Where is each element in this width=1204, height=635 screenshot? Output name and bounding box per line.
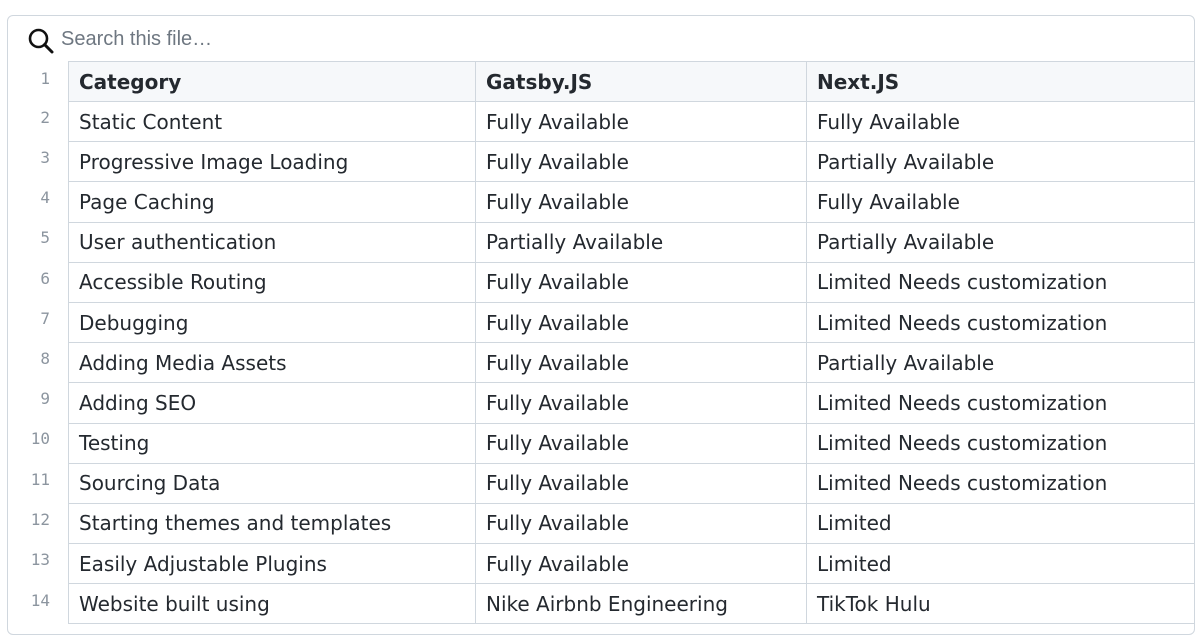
table-cell[interactable]: Limited: [806, 502, 1194, 545]
table-row: Starting themes and templates Fully Avail…: [68, 502, 1194, 545]
table-cell[interactable]: Page Caching: [68, 181, 476, 223]
table-cell[interactable]: Partially Available: [806, 221, 1194, 263]
line-number: 10: [30, 429, 50, 448]
table-cell[interactable]: Debugging: [68, 301, 476, 344]
table-cell[interactable]: Fully Available: [475, 301, 807, 344]
line-number: 4: [40, 188, 50, 207]
table-cell[interactable]: Partially Available: [806, 141, 1194, 183]
search-bar: [8, 16, 1194, 61]
table-cell[interactable]: Fully Available: [475, 382, 807, 424]
line-number: 13: [30, 550, 50, 569]
table-cell[interactable]: Adding Media Assets: [68, 342, 476, 384]
file-viewer: 1234567891011121314 Category Gatsby.JS N…: [7, 15, 1195, 635]
line-number: 14: [30, 591, 50, 610]
table-cell[interactable]: TikTok Hulu: [806, 583, 1194, 625]
table-cell[interactable]: Partially Available: [806, 342, 1194, 384]
table-cell[interactable]: Limited: [806, 543, 1194, 585]
table-cell[interactable]: Limited Needs customization: [806, 301, 1194, 344]
table-cell[interactable]: Limited Needs customization: [806, 382, 1194, 424]
table-cell[interactable]: Sourcing Data: [68, 462, 476, 504]
table-row: Accessible Routing Fully Available Limited…: [68, 261, 1194, 303]
csv-table: Category Gatsby.JS Next.JS Static Conten…: [68, 61, 1194, 625]
line-number: 7: [40, 309, 50, 328]
line-number: 2: [40, 108, 50, 127]
line-number: 9: [40, 389, 50, 408]
table-row: Page Caching Fully Available Fully Availab…: [68, 181, 1194, 223]
table-cell[interactable]: Fully Available: [475, 422, 807, 464]
line-number: 5: [40, 228, 50, 247]
table-cell[interactable]: Limited Needs customization: [806, 261, 1194, 303]
table-cell[interactable]: Static Content: [68, 100, 476, 143]
table-cell[interactable]: Fully Available: [806, 181, 1194, 223]
table-cell[interactable]: Nike Airbnb Engineering: [475, 583, 807, 625]
table-cell[interactable]: Testing: [68, 422, 476, 464]
table-cell[interactable]: Fully Available: [475, 181, 807, 223]
line-number: 8: [40, 349, 50, 368]
table-cell[interactable]: Fully Available: [475, 261, 807, 303]
table-cell[interactable]: User authentication: [68, 221, 476, 263]
table-row: Adding Media Assets Fully Available Partia…: [68, 342, 1194, 384]
table-cell[interactable]: Partially Available: [475, 221, 807, 263]
table-cell[interactable]: Adding SEO: [68, 382, 476, 424]
table-cell[interactable]: Limited Needs customization: [806, 422, 1194, 464]
table-cell[interactable]: Accessible Routing: [68, 261, 476, 303]
table-cell[interactable]: Progressive Image Loading: [68, 141, 476, 183]
table-cell[interactable]: Starting themes and templates: [68, 502, 476, 545]
table-body: Static Content Fully Available Fully Avail…: [68, 100, 1194, 625]
table-cell[interactable]: Fully Available: [806, 100, 1194, 143]
table-row: User authentication Partially Available Pa…: [68, 221, 1194, 263]
line-number: 6: [40, 269, 50, 288]
table-header-row: Category Gatsby.JS Next.JS: [68, 61, 1194, 102]
table-row: Static Content Fully Available Fully Avail…: [68, 100, 1194, 143]
table-cell[interactable]: Fully Available: [475, 100, 807, 143]
table-cell[interactable]: Easily Adjustable Plugins: [68, 543, 476, 585]
search-input[interactable]: [61, 25, 961, 53]
table-row: Testing Fully Available Limited Needs cust…: [68, 422, 1194, 464]
table-row: Sourcing Data Fully Available Limited Need…: [68, 462, 1194, 504]
column-header-category[interactable]: Category: [68, 61, 476, 102]
line-number: 12: [30, 510, 50, 529]
table-row: Easily Adjustable Plugins Fully Available…: [68, 543, 1194, 585]
table-row: Website built using Nike Airbnb Engineeri…: [68, 583, 1194, 625]
line-number: 1: [40, 69, 50, 88]
table-cell[interactable]: Limited Needs customization: [806, 462, 1194, 504]
column-header-next[interactable]: Next.JS: [806, 61, 1194, 102]
column-header-gatsby[interactable]: Gatsby.JS: [475, 61, 807, 102]
table-cell[interactable]: Fully Available: [475, 462, 807, 504]
table-cell[interactable]: Fully Available: [475, 543, 807, 585]
line-number: 11: [30, 470, 50, 489]
line-number: 3: [40, 148, 50, 167]
table-cell[interactable]: Fully Available: [475, 141, 807, 183]
table-row: Debugging Fully Available Limited Needs cu…: [68, 301, 1194, 344]
line-number-gutter: 1 2 3 4 5 6 7 8 9 10 11 12 13 14: [8, 61, 69, 634]
table-cell[interactable]: Website built using: [68, 583, 476, 625]
table-cell[interactable]: Fully Available: [475, 502, 807, 545]
table-cell[interactable]: Fully Available: [475, 342, 807, 384]
table-row: Progressive Image Loading Fully Available…: [68, 141, 1194, 183]
table-row: Adding SEO Fully Available Limited Needs c…: [68, 382, 1194, 424]
search-icon[interactable]: [27, 27, 55, 55]
